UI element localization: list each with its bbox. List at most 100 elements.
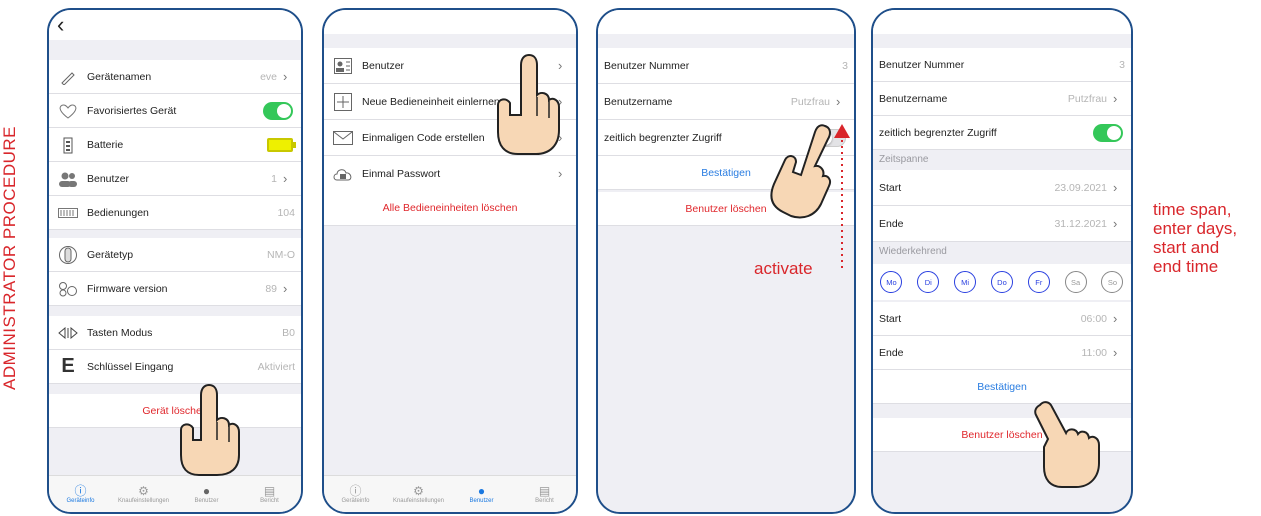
row-start-time[interactable]: Start 06:00 › — [873, 302, 1131, 336]
confirm-label: Bestätigen — [977, 380, 1027, 393]
e-icon: E — [61, 355, 75, 377]
phone-time-span: Benutzer Nummer 3 Benutzername Putzfrau … — [871, 8, 1133, 514]
row-end-time[interactable]: Ende 11:00 › — [873, 336, 1131, 370]
tab-label: Benutzer — [469, 498, 494, 504]
section-recurring-title: Wiederkehrend — [879, 246, 947, 257]
time-span-note: time span, enter days, start and end tim… — [1153, 200, 1237, 276]
row-value: 06:00 — [1080, 312, 1107, 325]
delete-all-units-label: Alle Bedieneinheiten löschen — [382, 201, 518, 214]
row-label: Benutzer Nummer — [604, 59, 690, 72]
delete-all-units-button[interactable]: Alle Bedieneinheiten löschen — [324, 190, 576, 226]
note-line: end time — [1153, 257, 1219, 276]
row-label: Start — [879, 181, 902, 194]
lock-cylinder-icon — [57, 245, 79, 264]
row-favorite: Favorisiertes Gerät — [49, 94, 301, 128]
tab-label: Geräteinfo — [66, 498, 95, 504]
user-card-icon — [332, 57, 354, 75]
note-line: start and — [1153, 238, 1220, 257]
pencil-icon — [57, 68, 79, 86]
tab-bar: ⓘ Geräteinfo ⚙ Knaufeinstellungen ● Benutze… — [49, 475, 301, 512]
row-users[interactable]: Benutzer 1 › — [49, 162, 301, 196]
row-label: Einmal Passwort — [362, 167, 441, 180]
activate-note: activate — [754, 259, 813, 278]
phone-device-info: ‹ Gerätenamen eve › Favorisiertes Gerät … — [47, 8, 303, 514]
user-icon: ● — [477, 484, 486, 498]
chevron-right-icon: › — [283, 171, 288, 186]
day-fr[interactable]: Fr — [1027, 271, 1050, 293]
hand-pointer-icon — [770, 124, 832, 219]
row-firmware[interactable]: Firmware version 89 › — [49, 272, 301, 306]
row-key-input: E Schlüssel Eingang Aktiviert — [49, 350, 301, 384]
chevron-right-icon: › — [836, 94, 841, 109]
counter-icon — [57, 204, 79, 222]
row-label: Firmware version — [87, 282, 168, 295]
row-value: 104 — [277, 206, 295, 219]
tab-knob-settings[interactable]: ⚙ Knaufeinstellungen — [112, 476, 175, 512]
day-so[interactable]: So — [1101, 271, 1124, 293]
row-label: Benutzername — [604, 95, 673, 108]
tab-bar: ⓘ Geräteinfo ⚙ Knaufeinstellungen ● Benutze… — [324, 475, 576, 512]
chevron-right-icon: › — [558, 166, 563, 181]
gear-icon: ⚙ — [138, 484, 149, 498]
info-icon: ⓘ — [74, 484, 87, 498]
row-value: 23.09.2021 — [1054, 181, 1107, 194]
chevron-right-icon: › — [1113, 180, 1118, 195]
chevron-right-icon: › — [1113, 91, 1118, 106]
tab-label: Knaufeinstellungen — [117, 498, 170, 504]
phone-user-detail: Benutzer Nummer 3 Benutzername Putzfrau … — [596, 8, 856, 514]
tab-report[interactable]: ▤ Bericht — [238, 476, 301, 512]
battery-icon — [57, 136, 79, 154]
weekday-selector: Mo Di Mi Do Fr Sa So — [873, 264, 1131, 300]
row-key-mode: Tasten Modus B0 — [49, 316, 301, 350]
row-label: Benutzer Nummer — [879, 58, 965, 71]
confirm-label: Bestätigen — [701, 166, 751, 179]
day-sa[interactable]: Sa — [1064, 271, 1087, 293]
favorite-toggle[interactable] — [263, 101, 293, 120]
tab-knob-settings[interactable]: ⚙ Knaufeinstellungen — [387, 476, 450, 512]
tab-users[interactable]: ● Benutzer — [450, 476, 513, 512]
row-value: 3 — [1119, 58, 1125, 71]
row-label: Tasten Modus — [87, 326, 153, 339]
row-value: 11:00 — [1081, 346, 1108, 359]
envelope-icon — [332, 129, 354, 147]
row-user-number: Benutzer Nummer 3 — [598, 48, 854, 84]
row-label: Benutzer — [87, 172, 130, 185]
gear-icon: ⚙ — [413, 484, 424, 498]
tab-device-info[interactable]: ⓘ Geräteinfo — [324, 476, 387, 512]
row-value: 31.12.2021 — [1054, 217, 1107, 230]
tab-device-info[interactable]: ⓘ Geräteinfo — [49, 476, 112, 512]
heart-icon — [57, 102, 79, 120]
gears-icon — [57, 280, 79, 298]
access-toggle[interactable] — [1093, 123, 1123, 142]
row-user-name[interactable]: Benutzername Putzfrau › — [873, 82, 1131, 116]
row-label: Gerätenamen — [87, 70, 152, 83]
row-value: 1 — [271, 172, 277, 185]
row-end-date[interactable]: Ende 31.12.2021 › — [873, 206, 1131, 242]
tab-users[interactable]: ● Benutzer — [175, 476, 238, 512]
plus-box-icon — [332, 92, 354, 111]
row-user-name[interactable]: Benutzername Putzfrau › — [598, 84, 854, 120]
arrows-icon — [57, 324, 79, 342]
cloud-lock-icon — [332, 165, 354, 183]
hand-pointer-icon — [180, 383, 240, 476]
hand-pointer-icon — [497, 53, 560, 155]
users-icon — [57, 170, 79, 188]
day-do[interactable]: Do — [990, 271, 1013, 293]
row-label: Schlüssel Eingang — [87, 360, 174, 373]
clipboard-icon: ▤ — [538, 484, 551, 498]
tab-report[interactable]: ▤ Bericht — [513, 476, 576, 512]
row-label: zeitlich begrenzter Zugriff — [879, 126, 997, 139]
row-device-name[interactable]: Gerätenamen eve › — [49, 60, 301, 94]
row-label: Ende — [879, 346, 904, 359]
chevron-right-icon: › — [1113, 311, 1118, 326]
row-label: Bedienungen — [87, 206, 149, 219]
row-one-time-password[interactable]: Einmal Passwort › — [324, 156, 576, 192]
row-value: Putzfrau — [790, 95, 830, 108]
day-mo[interactable]: Mo — [880, 271, 903, 293]
day-di[interactable]: Di — [917, 271, 940, 293]
back-button[interactable]: ‹ — [57, 12, 64, 38]
row-start-date[interactable]: Start 23.09.2021 › — [873, 170, 1131, 206]
row-label: Start — [879, 312, 902, 325]
day-mi[interactable]: Mi — [954, 271, 977, 293]
row-operations: Bedienungen 104 — [49, 196, 301, 230]
